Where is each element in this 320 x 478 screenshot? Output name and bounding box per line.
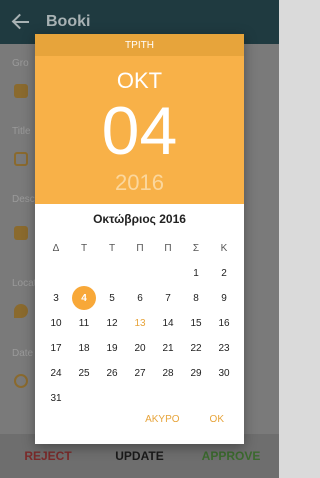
calendar-day[interactable]: 27	[126, 361, 154, 386]
calendar-day[interactable]: 12	[98, 311, 126, 336]
selected-month[interactable]: ΟΚΤ	[35, 56, 244, 96]
location-pin-icon	[14, 304, 28, 318]
selected-day[interactable]: 04	[35, 96, 244, 166]
weekday-header: Π	[136, 243, 144, 254]
calendar-month-title: Οκτώβριος 2016	[93, 212, 186, 226]
reject-button[interactable]: REJECT	[6, 440, 90, 472]
calendar-empty-cell	[98, 261, 126, 286]
calendar-day[interactable]: 16	[210, 311, 238, 336]
field-label-location: Locat	[12, 278, 37, 289]
calendar-day[interactable]: 28	[154, 361, 182, 386]
back-arrow-icon[interactable]	[10, 10, 34, 34]
approve-button[interactable]: APPROVE	[189, 440, 273, 472]
calendar-day[interactable]: 15	[182, 311, 210, 336]
calendar-day[interactable]: 30	[210, 361, 238, 386]
calendar-day[interactable]: 2	[210, 261, 238, 286]
calendar-day[interactable]: 14	[154, 311, 182, 336]
weekday-header-row: Δ Τ Τ Π Π Σ Κ	[35, 236, 244, 261]
calendar-week-row: 17 18 19 20 21 22 23	[35, 336, 244, 361]
calendar-day[interactable]: 26	[98, 361, 126, 386]
weekday-header: Τ	[80, 243, 88, 254]
weekday-header: Π	[164, 243, 172, 254]
field-label-group: Gro	[12, 58, 29, 69]
field-label-date: Date	[12, 348, 34, 359]
calendar-day[interactable]: 21	[154, 336, 182, 361]
weekday-header: Σ	[192, 243, 200, 254]
calendar-day[interactable]: 23	[210, 336, 238, 361]
calendar-day[interactable]: 3	[42, 286, 70, 311]
cancel-button[interactable]: ΑΚΥΡΟ	[145, 414, 179, 425]
field-label-description: Desc	[12, 194, 35, 205]
calendar-week-row: 3456789	[35, 286, 244, 311]
person-icon	[14, 84, 28, 98]
clock-icon	[14, 374, 28, 388]
calendar-grid: Δ Τ Τ Π Π Σ Κ 1 2 3 4 5 6 7 8 9 10 11 12 13 14 15 16 17 1…	[35, 236, 244, 411]
date-header: ΟΚΤ 04 2016	[35, 56, 244, 204]
calendar-day[interactable]: 22	[182, 336, 210, 361]
calendar-day[interactable]: 1	[182, 261, 210, 286]
list-icon	[14, 226, 28, 240]
ok-button[interactable]: OK	[210, 414, 224, 425]
calendar-day[interactable]: 20	[126, 336, 154, 361]
field-label-title: Title	[12, 126, 31, 137]
calendar-day[interactable]: 17	[42, 336, 70, 361]
calendar-week-row: 12	[35, 261, 244, 286]
calendar-day[interactable]: 9	[210, 286, 238, 311]
selected-year[interactable]: 2016	[35, 166, 244, 196]
calendar-day[interactable]: 19	[98, 336, 126, 361]
calendar-empty-cell	[154, 261, 182, 286]
calendar-day[interactable]: 11	[70, 311, 98, 336]
calendar-day[interactable]: 18	[70, 336, 98, 361]
selected-weekday: ΤΡΙΤΗ	[35, 34, 244, 56]
app-title: Booki	[46, 13, 91, 30]
weekday-header: Δ	[52, 243, 60, 254]
update-button[interactable]: UPDATE	[98, 440, 182, 472]
calendar-day[interactable]: 8	[182, 286, 210, 311]
calendar-week-row: 24 25 26 27 28 29 30	[35, 361, 244, 386]
calendar-day[interactable]: 29	[182, 361, 210, 386]
date-picker-dialog: ΤΡΙΤΗ ΟΚΤ 04 2016 Οκτώβριος 2016 Δ Τ Τ Π…	[35, 34, 244, 444]
calendar-day[interactable]: 13	[126, 311, 154, 336]
calendar-empty-cell	[70, 261, 98, 286]
calendar-day[interactable]: 5	[98, 286, 126, 311]
calendar: Οκτώβριος 2016 Δ Τ Τ Π Π Σ Κ 1 2 3 4 5 6 7 8 9 10…	[35, 204, 244, 411]
calendar-week-row: 10 11 12 13 14 15 16	[35, 311, 244, 336]
calendar-day[interactable]: 6	[126, 286, 154, 311]
calendar-day[interactable]: 4	[70, 286, 98, 311]
weekday-header: Κ	[220, 243, 228, 254]
calendar-empty-cell	[126, 261, 154, 286]
calendar-day[interactable]: 7	[154, 286, 182, 311]
chat-icon	[14, 152, 28, 166]
weekday-header: Τ	[108, 243, 116, 254]
calendar-day[interactable]: 10	[42, 311, 70, 336]
calendar-day[interactable]: 24	[42, 361, 70, 386]
dialog-actions: ΑΚΥΡΟ OK	[35, 404, 244, 434]
calendar-day[interactable]: 25	[70, 361, 98, 386]
calendar-empty-cell	[42, 261, 70, 286]
